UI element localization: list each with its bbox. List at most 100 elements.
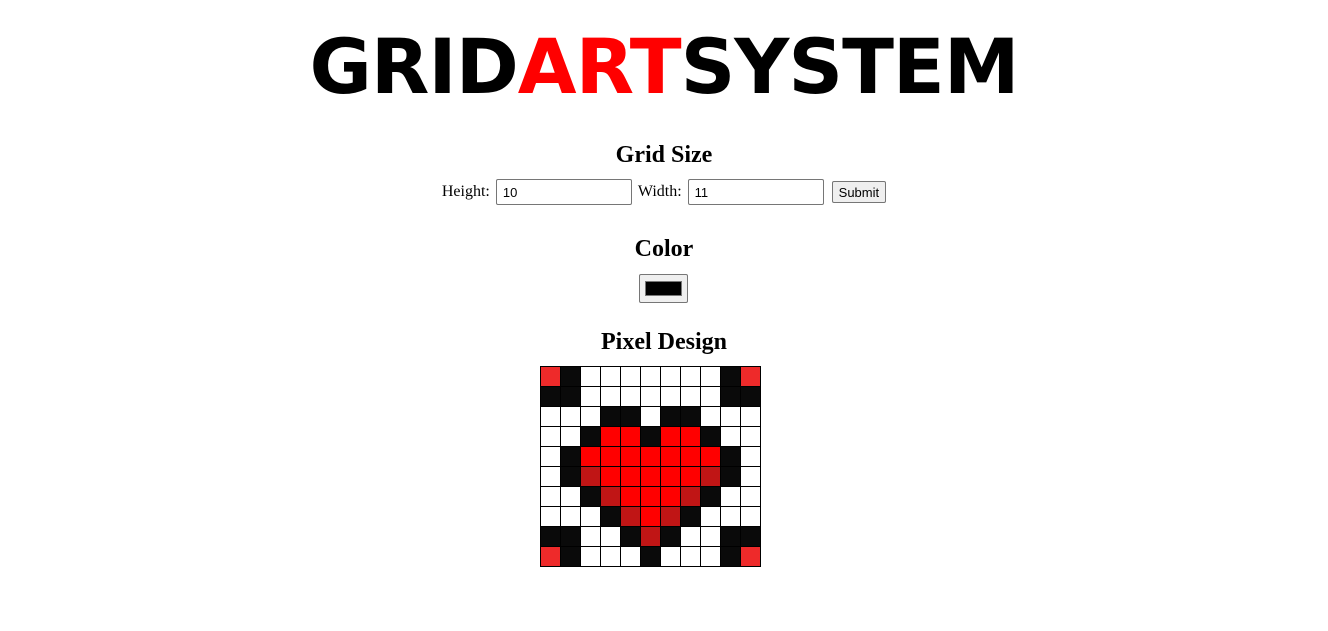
pixel-cell[interactable] (680, 466, 701, 487)
pixel-cell[interactable] (600, 526, 621, 547)
pixel-cell[interactable] (580, 466, 601, 487)
pixel-cell[interactable] (540, 526, 561, 547)
pixel-cell[interactable] (540, 366, 561, 387)
pixel-cell[interactable] (700, 426, 721, 447)
pixel-cell[interactable] (600, 486, 621, 507)
pixel-cell[interactable] (640, 546, 661, 567)
pixel-cell[interactable] (680, 526, 701, 547)
pixel-cell[interactable] (640, 366, 661, 387)
pixel-cell[interactable] (560, 466, 581, 487)
pixel-cell[interactable] (560, 546, 581, 567)
pixel-cell[interactable] (540, 466, 561, 487)
pixel-cell[interactable] (600, 446, 621, 467)
pixel-cell[interactable] (680, 366, 701, 387)
pixel-cell[interactable] (620, 506, 641, 527)
pixel-cell[interactable] (560, 446, 581, 467)
pixel-cell[interactable] (580, 546, 601, 567)
pixel-cell[interactable] (720, 446, 741, 467)
pixel-cell[interactable] (540, 386, 561, 407)
pixel-cell[interactable] (620, 486, 641, 507)
pixel-cell[interactable] (540, 546, 561, 567)
pixel-cell[interactable] (620, 426, 641, 447)
pixel-cell[interactable] (580, 446, 601, 467)
pixel-cell[interactable] (700, 446, 721, 467)
pixel-cell[interactable] (720, 366, 741, 387)
pixel-cell[interactable] (700, 386, 721, 407)
pixel-cell[interactable] (580, 526, 601, 547)
pixel-cell[interactable] (620, 366, 641, 387)
pixel-cell[interactable] (700, 406, 721, 427)
pixel-cell[interactable] (740, 386, 761, 407)
pixel-cell[interactable] (600, 426, 621, 447)
pixel-cell[interactable] (720, 546, 741, 567)
pixel-cell[interactable] (600, 366, 621, 387)
pixel-cell[interactable] (640, 526, 661, 547)
pixel-cell[interactable] (620, 526, 641, 547)
pixel-cell[interactable] (680, 446, 701, 467)
pixel-cell[interactable] (680, 426, 701, 447)
pixel-cell[interactable] (580, 406, 601, 427)
pixel-cell[interactable] (540, 506, 561, 527)
pixel-cell[interactable] (740, 426, 761, 447)
pixel-cell[interactable] (740, 546, 761, 567)
pixel-cell[interactable] (660, 426, 681, 447)
pixel-cell[interactable] (700, 506, 721, 527)
pixel-cell[interactable] (680, 546, 701, 567)
pixel-cell[interactable] (540, 446, 561, 467)
pixel-cell[interactable] (560, 506, 581, 527)
pixel-cell[interactable] (740, 366, 761, 387)
width-input[interactable] (687, 179, 824, 205)
pixel-cell[interactable] (700, 546, 721, 567)
pixel-cell[interactable] (660, 546, 681, 567)
pixel-cell[interactable] (720, 506, 741, 527)
pixel-cell[interactable] (640, 506, 661, 527)
pixel-cell[interactable] (600, 386, 621, 407)
pixel-cell[interactable] (700, 366, 721, 387)
pixel-cell[interactable] (640, 486, 661, 507)
pixel-cell[interactable] (720, 486, 741, 507)
pixel-cell[interactable] (540, 486, 561, 507)
pixel-cell[interactable] (620, 546, 641, 567)
height-input[interactable] (495, 179, 632, 205)
pixel-cell[interactable] (560, 386, 581, 407)
pixel-cell[interactable] (700, 466, 721, 487)
pixel-cell[interactable] (740, 486, 761, 507)
submit-button[interactable]: Submit (831, 181, 887, 203)
pixel-cell[interactable] (560, 526, 581, 547)
pixel-cell[interactable] (660, 406, 681, 427)
pixel-cell[interactable] (620, 466, 641, 487)
pixel-cell[interactable] (740, 526, 761, 547)
pixel-cell[interactable] (540, 406, 561, 427)
pixel-cell[interactable] (600, 546, 621, 567)
pixel-cell[interactable] (580, 426, 601, 447)
pixel-cell[interactable] (660, 386, 681, 407)
pixel-cell[interactable] (640, 426, 661, 447)
pixel-cell[interactable] (660, 486, 681, 507)
pixel-cell[interactable] (560, 486, 581, 507)
pixel-cell[interactable] (720, 406, 741, 427)
pixel-cell[interactable] (640, 406, 661, 427)
pixel-cell[interactable] (580, 506, 601, 527)
pixel-cell[interactable] (660, 506, 681, 527)
pixel-cell[interactable] (740, 406, 761, 427)
pixel-cell[interactable] (720, 386, 741, 407)
pixel-cell[interactable] (740, 506, 761, 527)
pixel-cell[interactable] (560, 406, 581, 427)
pixel-cell[interactable] (680, 406, 701, 427)
color-picker[interactable] (639, 274, 688, 303)
pixel-cell[interactable] (680, 506, 701, 527)
pixel-cell[interactable] (600, 406, 621, 427)
pixel-cell[interactable] (560, 366, 581, 387)
pixel-cell[interactable] (700, 486, 721, 507)
pixel-cell[interactable] (660, 446, 681, 467)
pixel-cell[interactable] (660, 366, 681, 387)
pixel-cell[interactable] (620, 406, 641, 427)
pixel-cell[interactable] (540, 426, 561, 447)
pixel-cell[interactable] (740, 466, 761, 487)
pixel-cell[interactable] (720, 466, 741, 487)
pixel-cell[interactable] (680, 386, 701, 407)
pixel-cell[interactable] (620, 386, 641, 407)
pixel-cell[interactable] (700, 526, 721, 547)
pixel-cell[interactable] (580, 366, 601, 387)
pixel-cell[interactable] (640, 466, 661, 487)
